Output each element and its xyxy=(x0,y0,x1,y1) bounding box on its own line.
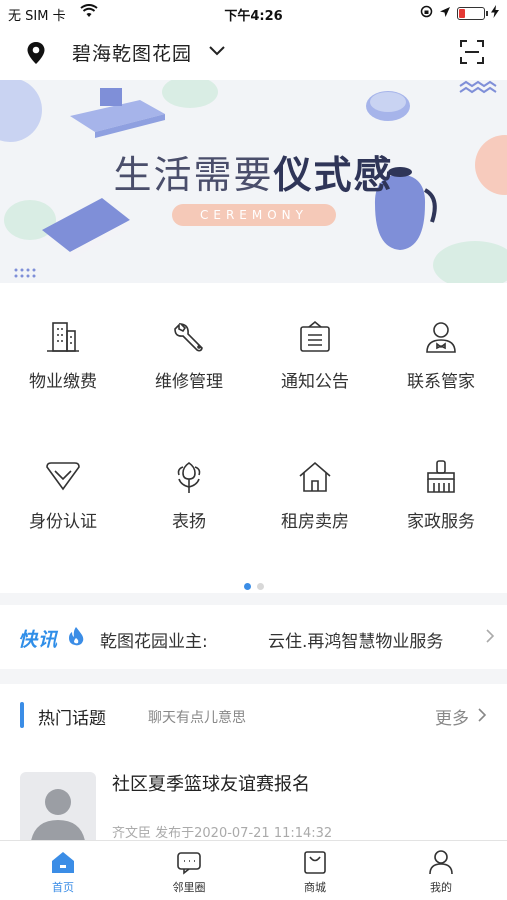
news-label: 快讯 xyxy=(18,629,59,651)
grid-item-property-fee[interactable]: 物业缴费 xyxy=(0,319,126,392)
grid-item-identity[interactable]: 身份认证 xyxy=(0,459,126,532)
location-arrow-icon xyxy=(439,6,451,22)
tab-label: 我的 xyxy=(430,881,452,894)
status-bar: 无 SIM 卡 下午4:26 xyxy=(0,0,507,26)
section-title: 热门话题 xyxy=(38,709,106,729)
broom-icon xyxy=(427,460,455,493)
grid-item-notice[interactable]: 通知公告 xyxy=(252,319,378,392)
grid-item-repair[interactable]: 维修管理 xyxy=(126,319,252,392)
grid-item-label: 租房卖房 xyxy=(281,512,349,532)
grid-item-contact-butler[interactable]: 联系管家 xyxy=(378,319,504,392)
top-header: 碧海乾图花园 xyxy=(0,26,507,80)
chat-icon xyxy=(177,852,201,875)
service-grid: 物业缴费 维修管理 通知公告 联系管家 身份认证 表扬 租房卖房 家政服务 xyxy=(0,283,507,593)
post-meta: 齐文臣 发布于2020-07-21 11:14:32 xyxy=(112,826,333,840)
wrench-icon xyxy=(174,322,203,352)
news-item[interactable]: 乾图花园业主: xyxy=(100,627,208,652)
banner-slogan: 生活需要仪式感 xyxy=(0,144,507,199)
grid-item-label: 物业缴费 xyxy=(29,372,97,392)
hot-topics-section: 热门话题 聊天有点儿意思 更多 社区夏季篮球友谊赛报名 齐文臣 发布于2020-… xyxy=(0,684,507,840)
banner-tag: CEREMONY xyxy=(172,204,336,226)
news-ticker[interactable]: 快讯 乾图花园业主: 云住.再鸿智慧物业服务 xyxy=(0,605,507,669)
fire-icon xyxy=(67,626,85,650)
orientation-lock-icon xyxy=(420,5,433,22)
tab-label: 邻里圈 xyxy=(172,881,206,894)
tab-home[interactable]: 首页 xyxy=(0,849,126,895)
flower-icon xyxy=(177,462,201,493)
tab-label: 商城 xyxy=(304,881,326,894)
grid-item-praise[interactable]: 表扬 xyxy=(126,459,252,532)
bottom-tab-bar: 首页 邻里圈 商城 我的 xyxy=(0,840,507,900)
slogan-bold: 仪式感 xyxy=(273,153,394,197)
tab-mall[interactable]: 商城 xyxy=(252,849,378,895)
scan-icon[interactable] xyxy=(459,39,485,69)
home-icon xyxy=(52,852,74,873)
identity-badge-icon xyxy=(46,462,80,491)
grid-item-label: 表扬 xyxy=(172,512,206,532)
shopping-bag-icon xyxy=(304,851,326,874)
grid-item-housekeeping[interactable]: 家政服务 xyxy=(378,459,504,532)
charging-bolt-icon xyxy=(491,5,499,22)
section-subtitle: 聊天有点儿意思 xyxy=(148,710,246,726)
community-selector[interactable]: 碧海乾图花园 xyxy=(72,39,192,66)
tab-neighborhood[interactable]: 邻里圈 xyxy=(126,849,252,895)
grid-item-label: 身份认证 xyxy=(29,512,97,532)
promo-banner[interactable]: 生活需要仪式感 CEREMONY xyxy=(0,80,507,283)
user-icon xyxy=(429,850,453,875)
battery-icon xyxy=(457,7,488,20)
house-icon xyxy=(299,461,331,492)
news-item[interactable]: 云住.再鸿智慧物业服务 xyxy=(268,627,458,652)
section-accent-bar xyxy=(20,702,24,728)
grid-item-label: 维修管理 xyxy=(155,372,223,392)
avatar[interactable] xyxy=(20,772,96,840)
page-dot-active[interactable] xyxy=(243,583,251,590)
chevron-right-icon[interactable] xyxy=(485,628,495,648)
location-pin-icon[interactable] xyxy=(26,41,46,69)
chevron-down-icon[interactable] xyxy=(208,42,226,61)
grid-item-label: 联系管家 xyxy=(407,372,475,392)
tab-label: 首页 xyxy=(52,881,74,894)
tab-mine[interactable]: 我的 xyxy=(378,849,504,895)
slogan-plain: 生活需要 xyxy=(113,153,274,197)
more-link[interactable]: 更多 xyxy=(435,704,469,729)
chevron-right-icon[interactable] xyxy=(477,707,487,727)
grid-item-rent-sell[interactable]: 租房卖房 xyxy=(252,459,378,532)
post-title[interactable]: 社区夏季篮球友谊赛报名 xyxy=(112,770,310,796)
grid-item-label: 家政服务 xyxy=(407,512,475,532)
page-indicator xyxy=(0,575,507,594)
building-icon xyxy=(47,322,79,352)
butler-icon xyxy=(426,322,456,353)
grid-item-label: 通知公告 xyxy=(281,372,349,392)
page-dot[interactable] xyxy=(256,583,264,590)
notice-board-icon xyxy=(300,320,330,352)
